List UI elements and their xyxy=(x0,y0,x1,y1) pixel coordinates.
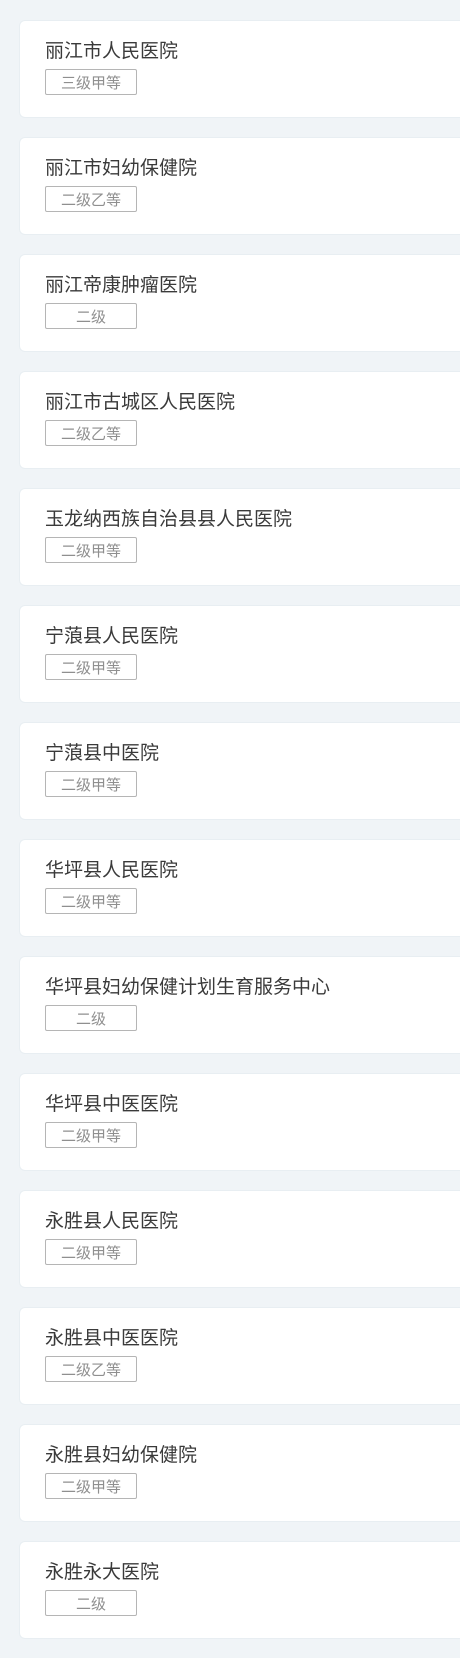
hospital-level-badge: 二级甲等 xyxy=(45,1122,137,1148)
hospital-level-badge: 二级乙等 xyxy=(45,420,137,446)
hospital-level-badge: 二级 xyxy=(45,1590,137,1616)
hospital-card[interactable]: 丽江帝康肿瘤医院 二级 xyxy=(19,254,460,352)
hospital-name: 宁蒗县人民医院 xyxy=(45,625,179,647)
hospital-name: 永胜县妇幼保健院 xyxy=(45,1444,198,1466)
hospital-name: 丽江市妇幼保健院 xyxy=(45,157,198,179)
hospital-name: 宁蒗县中医院 xyxy=(45,742,160,764)
hospital-level-badge: 二级甲等 xyxy=(45,888,137,914)
hospital-card[interactable]: 永胜县中医医院 二级乙等 xyxy=(19,1307,460,1405)
hospital-card[interactable]: 永胜县妇幼保健院 二级甲等 xyxy=(19,1424,460,1522)
hospital-name: 华坪县中医医院 xyxy=(45,1093,179,1115)
hospital-card[interactable]: 华坪县人民医院 二级甲等 xyxy=(19,839,460,937)
hospital-name: 华坪县妇幼保健计划生育服务中心 xyxy=(45,976,331,998)
hospital-level-badge: 二级甲等 xyxy=(45,1239,137,1265)
hospital-level-badge: 三级甲等 xyxy=(45,69,137,95)
hospital-card[interactable]: 永胜永大医院 二级 xyxy=(19,1541,460,1639)
hospital-list: 丽江市人民医院 三级甲等 丽江市妇幼保健院 二级乙等 丽江帝康肿瘤医院 二级 丽… xyxy=(19,20,460,1658)
hospital-name: 玉龙纳西族自治县县人民医院 xyxy=(45,508,293,530)
hospital-level-badge: 二级甲等 xyxy=(45,537,137,563)
hospital-name: 永胜县中医医院 xyxy=(45,1327,179,1349)
hospital-card[interactable]: 华坪县中医医院 二级甲等 xyxy=(19,1073,460,1171)
hospital-card[interactable]: 丽江市人民医院 三级甲等 xyxy=(19,20,460,118)
hospital-card[interactable]: 玉龙纳西族自治县县人民医院 二级甲等 xyxy=(19,488,460,586)
hospital-name: 永胜县人民医院 xyxy=(45,1210,179,1232)
hospital-card[interactable]: 华坪县妇幼保健计划生育服务中心 二级 xyxy=(19,956,460,1054)
hospital-level-badge: 二级甲等 xyxy=(45,771,137,797)
hospital-level-badge: 二级甲等 xyxy=(45,654,137,680)
hospital-name: 丽江市人民医院 xyxy=(45,40,179,62)
hospital-card[interactable]: 丽江市妇幼保健院 二级乙等 xyxy=(19,137,460,235)
hospital-level-badge: 二级 xyxy=(45,1005,137,1031)
hospital-card[interactable]: 宁蒗县中医院 二级甲等 xyxy=(19,722,460,820)
hospital-level-badge: 二级乙等 xyxy=(45,1356,137,1382)
hospital-card[interactable]: 永胜县人民医院 二级甲等 xyxy=(19,1190,460,1288)
hospital-name: 永胜永大医院 xyxy=(45,1561,160,1583)
hospital-level-badge: 二级甲等 xyxy=(45,1473,137,1499)
hospital-level-badge: 二级乙等 xyxy=(45,186,137,212)
hospital-name: 丽江帝康肿瘤医院 xyxy=(45,274,198,296)
hospital-name: 华坪县人民医院 xyxy=(45,859,179,881)
hospital-card[interactable]: 宁蒗县人民医院 二级甲等 xyxy=(19,605,460,703)
hospital-name: 丽江市古城区人民医院 xyxy=(45,391,236,413)
hospital-card[interactable]: 丽江市古城区人民医院 二级乙等 xyxy=(19,371,460,469)
hospital-level-badge: 二级 xyxy=(45,303,137,329)
